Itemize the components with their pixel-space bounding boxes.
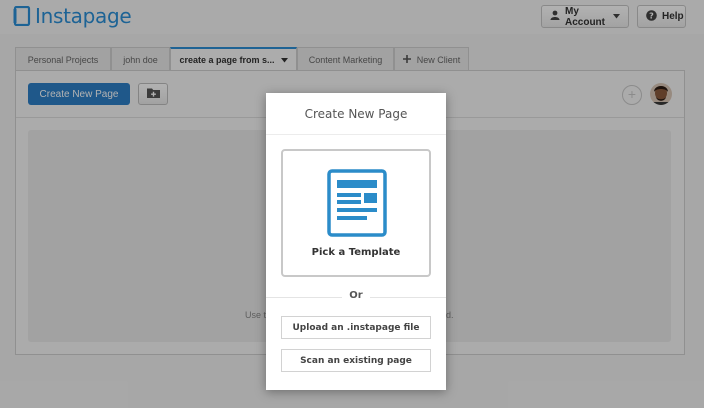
pick-template-card[interactable]: Pick a Template xyxy=(281,149,431,277)
or-label: Or xyxy=(342,290,370,301)
pick-template-label: Pick a Template xyxy=(311,247,401,258)
scan-label: Scan an existing page xyxy=(300,355,412,366)
modal-title: Create New Page xyxy=(266,93,446,135)
create-new-page-modal: Create New Page Pick a Template Or Uploa… xyxy=(266,93,446,390)
upload-instapage-file-button[interactable]: Upload an .instapage file xyxy=(281,316,431,339)
upload-label: Upload an .instapage file xyxy=(292,322,420,333)
document-template-icon xyxy=(327,169,387,237)
scan-existing-page-button[interactable]: Scan an existing page xyxy=(281,349,431,372)
